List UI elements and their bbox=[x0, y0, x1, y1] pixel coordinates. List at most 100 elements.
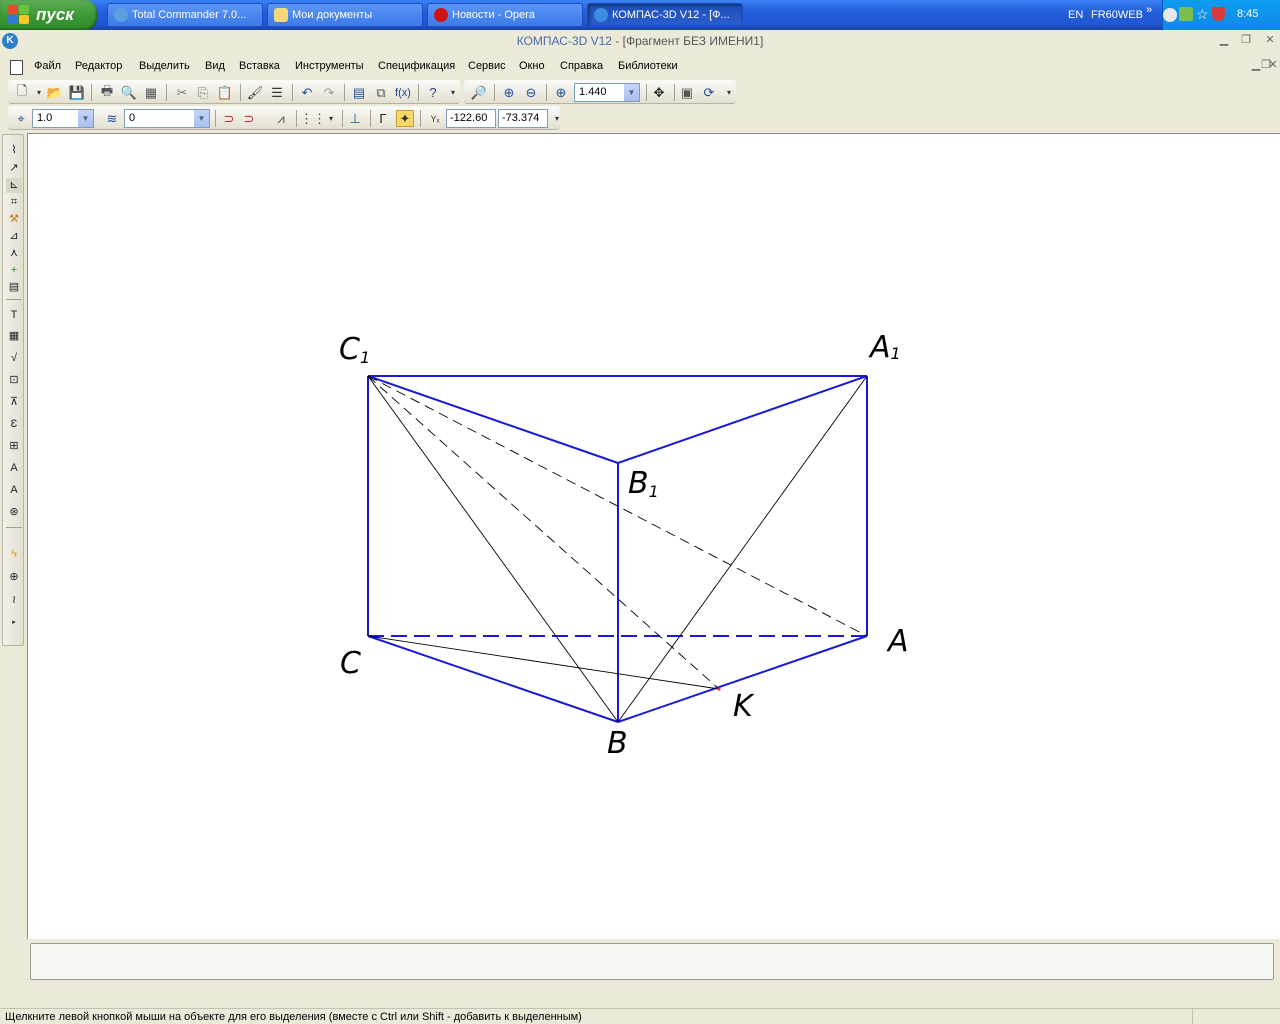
editing-icon[interactable]: ⌗ bbox=[6, 195, 22, 210]
zoom-scale-icon[interactable]: ⊕ bbox=[552, 84, 570, 101]
arrow-view-icon[interactable]: A bbox=[6, 483, 22, 498]
restore-button[interactable]: ❐ bbox=[1238, 33, 1254, 48]
task-opera[interactable]: Новости - Opera bbox=[427, 3, 583, 27]
dimensions-icon[interactable]: ↗ bbox=[6, 161, 22, 176]
menu-tools[interactable]: Инструменты bbox=[295, 60, 364, 72]
grid-dropdown-icon[interactable]: ▾ bbox=[322, 110, 340, 127]
menu-insert[interactable]: Вставка bbox=[239, 60, 280, 72]
text-icon[interactable]: T bbox=[6, 308, 22, 323]
toolbar-overflow-icon[interactable]: ▾ bbox=[720, 84, 738, 101]
chevron-down-icon[interactable]: ▼ bbox=[624, 84, 639, 101]
menu-view[interactable]: Вид bbox=[205, 60, 225, 72]
minimize-button[interactable]: ▁ bbox=[1216, 33, 1232, 48]
zoom-in-icon[interactable]: ⊕ bbox=[500, 84, 518, 101]
zoom-out-icon[interactable]: ⊖ bbox=[522, 84, 540, 101]
roughness-icon[interactable]: √ bbox=[6, 351, 22, 366]
refresh-icon[interactable]: ⟳ bbox=[700, 84, 718, 101]
table-icon[interactable]: ▦ bbox=[6, 329, 22, 344]
task-total-commander[interactable]: Total Commander 7.0... bbox=[107, 3, 263, 27]
tray-back-icon[interactable] bbox=[1163, 8, 1177, 22]
position-icon[interactable]: Ɛ bbox=[6, 417, 22, 432]
wave-line-icon[interactable]: ≀ bbox=[6, 593, 22, 608]
measure-icon[interactable]: ⊿ bbox=[6, 229, 22, 244]
round-mode-icon[interactable]: Γ bbox=[374, 110, 392, 127]
tree-icon[interactable]: ☰ bbox=[268, 84, 286, 101]
menu-libraries[interactable]: Библиотеки bbox=[618, 60, 678, 72]
close-button[interactable]: ✕ bbox=[1262, 33, 1278, 48]
menu-select[interactable]: Выделить bbox=[139, 60, 190, 72]
base-icon[interactable]: ⊡ bbox=[6, 373, 22, 388]
toolbar-overflow-icon[interactable]: ▾ bbox=[548, 110, 566, 127]
zoom-window-icon[interactable]: 🔎 bbox=[470, 84, 488, 101]
geometry-icon[interactable]: ⌇ bbox=[6, 143, 22, 158]
menu-specification[interactable]: Спецификация bbox=[378, 60, 455, 72]
pan-icon[interactable]: ✥ bbox=[650, 84, 668, 101]
document-icon[interactable] bbox=[10, 60, 23, 75]
manager-icon[interactable]: ▤ bbox=[350, 84, 368, 101]
leader-icon[interactable]: ⊼ bbox=[6, 395, 22, 410]
layers-icon[interactable]: ≋ bbox=[103, 110, 121, 127]
tray-star-icon[interactable]: ☆ bbox=[1196, 6, 1209, 23]
snap-settings-icon[interactable]: ⊃ bbox=[240, 110, 258, 127]
style-combo[interactable]: 1.0 ▼ bbox=[32, 109, 94, 128]
language-indicator[interactable]: EN bbox=[1068, 9, 1083, 21]
tray-expand-icon[interactable]: » bbox=[1146, 4, 1152, 16]
grid-icon[interactable]: ⋮⋮ bbox=[300, 110, 326, 127]
center-mark-icon[interactable]: ⊕ bbox=[6, 570, 22, 585]
tolerance-icon[interactable]: ⊞ bbox=[6, 439, 22, 454]
paste-icon[interactable]: 📋 bbox=[216, 84, 234, 101]
variables-icon[interactable]: f(x) bbox=[394, 84, 412, 101]
menu-window[interactable]: Окно bbox=[519, 60, 545, 72]
local-cs-icon[interactable]: ⌖ bbox=[12, 110, 30, 127]
section-icon[interactable]: A bbox=[6, 461, 22, 476]
start-button[interactable]: пуск bbox=[0, 0, 97, 30]
toolbar-overflow-icon[interactable]: ▾ bbox=[444, 84, 462, 101]
drawing-svg[interactable]: C1 A1 B1 A C K B bbox=[28, 134, 1280, 940]
edge-c1-b1 bbox=[367, 375, 619, 464]
snap-magnet-icon[interactable]: ⊃ bbox=[220, 110, 238, 127]
drawing-canvas[interactable]: C1 A1 B1 A C K B bbox=[27, 133, 1280, 939]
select-icon[interactable]: ⋏ bbox=[6, 246, 22, 261]
coord-x-field[interactable]: -122.60 bbox=[446, 109, 496, 128]
menu-file[interactable]: Файл bbox=[34, 60, 61, 72]
doc-close-button[interactable]: ✕ bbox=[1268, 58, 1278, 73]
spec-icon[interactable]: + bbox=[6, 263, 22, 278]
coord-y-field[interactable]: -73.374 bbox=[498, 109, 548, 128]
undo-icon[interactable]: ↶ bbox=[298, 84, 316, 101]
layer-combo[interactable]: 0 ▼ bbox=[124, 109, 210, 128]
zoom-combo[interactable]: 1.440 ▼ bbox=[574, 83, 640, 102]
parametric-icon[interactable]: ⩘ bbox=[272, 110, 290, 127]
tray-network-icon[interactable] bbox=[1179, 7, 1193, 21]
task-kompas[interactable]: КОМПАС-3D V12 - [Ф... bbox=[587, 3, 743, 27]
print-icon[interactable]: 🖶 bbox=[98, 83, 116, 101]
coord-x-value: -122.60 bbox=[450, 112, 488, 124]
chevron-down-icon[interactable]: ▼ bbox=[78, 110, 93, 127]
open-icon[interactable]: 📂 bbox=[46, 84, 64, 101]
designations-icon[interactable]: ⊾ bbox=[6, 178, 22, 193]
reports-icon[interactable]: ▤ bbox=[6, 280, 22, 295]
parametrization-icon[interactable]: ⚒ bbox=[6, 212, 22, 227]
new-document-icon[interactable]: 🗋 bbox=[13, 83, 31, 101]
redo-icon[interactable]: ↷ bbox=[320, 84, 338, 101]
menu-help[interactable]: Справка bbox=[560, 60, 603, 72]
cut-icon[interactable]: ✂ bbox=[173, 84, 191, 101]
panel-expand-icon[interactable]: ▸ bbox=[6, 615, 22, 630]
show-all-icon[interactable]: ▣ bbox=[678, 84, 696, 101]
properties-icon[interactable]: ▦ bbox=[142, 84, 160, 101]
menu-service[interactable]: Сервис bbox=[468, 60, 506, 72]
format-painter-icon[interactable]: 🖌 bbox=[246, 84, 264, 101]
save-icon[interactable]: 💾 bbox=[68, 84, 86, 101]
chevron-down-icon[interactable]: ▼ bbox=[194, 110, 209, 127]
view-icon[interactable]: ⊛ bbox=[6, 505, 22, 520]
ortho-icon[interactable]: ⊥ bbox=[346, 110, 364, 127]
lightning-icon[interactable]: ϟ bbox=[6, 547, 22, 562]
copy-icon[interactable]: ⎘ bbox=[194, 84, 212, 101]
help-cursor-icon[interactable]: ? bbox=[424, 84, 442, 101]
tray-shield-icon[interactable] bbox=[1212, 7, 1225, 21]
menu-editor[interactable]: Редактор bbox=[75, 60, 122, 72]
snap-active-icon[interactable]: ✦ bbox=[396, 110, 414, 127]
task-my-documents[interactable]: Мои документы bbox=[267, 3, 423, 27]
windows-logo-icon bbox=[8, 5, 30, 25]
library-icon[interactable]: ⧉ bbox=[372, 84, 390, 101]
print-preview-icon[interactable]: 🔍 bbox=[120, 84, 138, 101]
